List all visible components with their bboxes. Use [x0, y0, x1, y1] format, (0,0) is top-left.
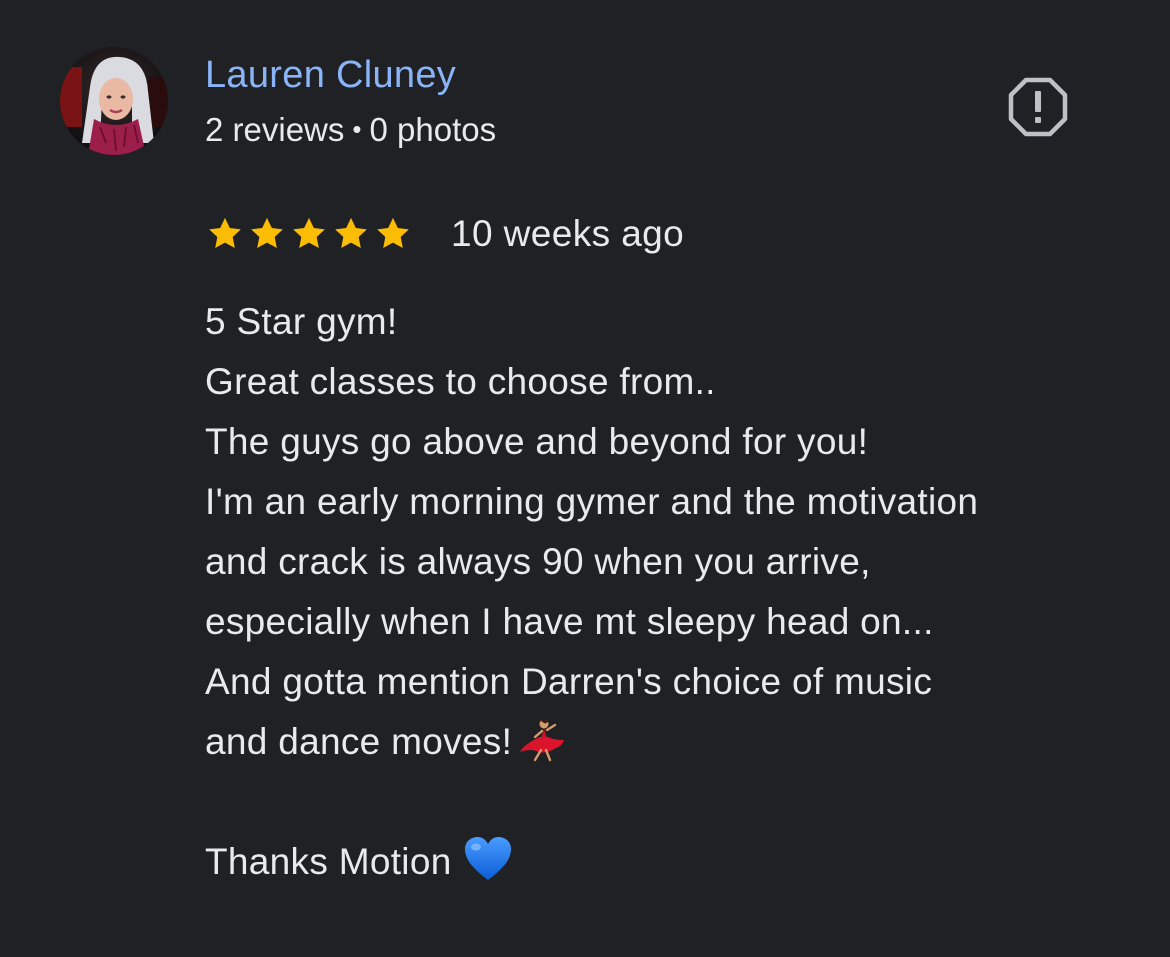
review-line: 5 Star gym! [205, 301, 398, 342]
reviewer-stats: 2 reviews • 0 photos [205, 109, 496, 150]
star-rating [205, 214, 413, 254]
review-line: especially when I have mt sleepy head on… [205, 601, 934, 642]
review-card: Lauren Cluney 2 reviews • 0 photos 10 week… [0, 0, 1170, 957]
photos-count: 0 photos [369, 111, 497, 148]
star-icon [373, 214, 413, 254]
meta-separator: • [352, 114, 362, 144]
review-line-with-emoji: and dance moves! [205, 712, 1145, 772]
reviewer-avatar[interactable] [60, 47, 168, 155]
dancer-emoji-icon [514, 718, 566, 780]
reviews-count: 2 reviews [205, 111, 345, 148]
star-icon [289, 214, 329, 254]
star-icon [247, 214, 287, 254]
review-text: 5 Star gym! Great classes to choose from… [205, 292, 1145, 892]
blue-heart-emoji-icon [464, 836, 512, 900]
review-line: And gotta mention Darren's choice of mus… [205, 661, 933, 702]
review-closing: Thanks Motion [205, 832, 1145, 892]
review-line: Great classes to choose from.. [205, 361, 716, 402]
avatar-image [60, 47, 168, 155]
closing-text: Thanks Motion [205, 841, 452, 882]
reviewer-name[interactable]: Lauren Cluney [205, 52, 456, 98]
star-icon [205, 214, 245, 254]
report-review-button[interactable] [1007, 76, 1069, 138]
review-line-text: and dance moves! [205, 721, 513, 762]
report-flag-icon [1008, 77, 1068, 137]
review-line: and crack is always 90 when you arrive, [205, 541, 871, 582]
review-line: I'm an early morning gymer and the motiv… [205, 481, 979, 522]
rating-row: 10 weeks ago [205, 212, 684, 256]
review-timestamp: 10 weeks ago [451, 213, 685, 254]
review-line: The guys go above and beyond for you! [205, 421, 869, 462]
star-icon [331, 214, 371, 254]
